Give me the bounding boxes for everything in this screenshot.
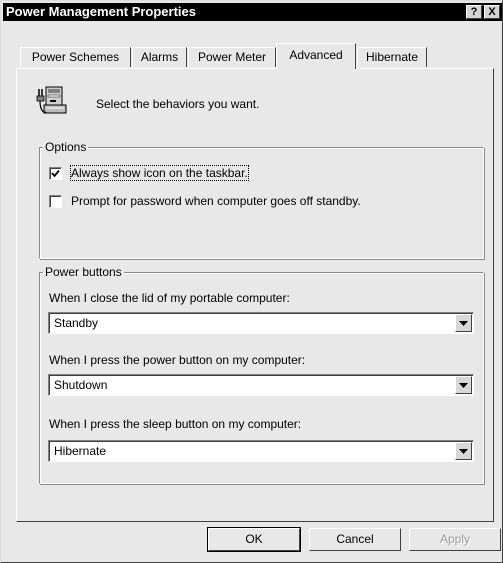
lid-action-dropdown-button[interactable] — [455, 314, 472, 332]
tab-label: Advanced — [289, 48, 343, 62]
show-icon-checkbox[interactable] — [49, 167, 62, 180]
sleep-button-dropdown-button[interactable] — [455, 442, 472, 460]
ok-button[interactable]: OK — [207, 527, 301, 552]
dialog-window: Power Management Properties ? X Power Sc… — [0, 0, 503, 563]
tab-label: Hibernate — [365, 50, 419, 64]
computer-with-power-plug-icon — [36, 83, 72, 119]
power-button-action-select[interactable]: Shutdown — [48, 374, 474, 396]
power-button-action-value: Shutdown — [54, 378, 108, 392]
tab-label: Power Schemes — [31, 50, 120, 64]
power-buttons-legend: Power buttons — [45, 265, 122, 279]
lid-action-select[interactable]: Standby — [48, 312, 474, 334]
close-button[interactable]: X — [484, 5, 500, 19]
lid-action-value: Standby — [54, 316, 99, 330]
header-instruction: Select the behaviors you want. — [96, 97, 260, 111]
power-button-action-label: When I press the power button on my comp… — [49, 353, 306, 367]
show-icon-label[interactable]: Always show icon on the taskbar. — [70, 165, 249, 181]
tab-hibernate[interactable]: Hibernate — [357, 47, 427, 67]
sleep-button-action-label: When I press the sleep button on my comp… — [49, 417, 302, 431]
tab-label: Power Meter — [197, 50, 267, 64]
window-title: Power Management Properties — [6, 4, 196, 19]
prompt-password-checkbox[interactable] — [49, 195, 62, 208]
tab-advanced[interactable]: Advanced — [276, 43, 356, 69]
apply-button[interactable]: Apply — [409, 528, 501, 551]
prompt-password-label[interactable]: Prompt for password when computer goes o… — [71, 194, 361, 208]
tab-power-schemes[interactable]: Power Schemes — [20, 47, 131, 67]
title-bar[interactable]: Power Management Properties ? X — [3, 3, 502, 21]
chevron-down-icon — [459, 321, 468, 326]
chevron-down-icon — [459, 449, 468, 454]
power-button-dropdown-button[interactable] — [455, 376, 472, 394]
tab-power-meter[interactable]: Power Meter — [188, 47, 276, 67]
tab-label: Alarms — [140, 50, 179, 64]
lid-action-label: When I close the lid of my portable comp… — [49, 291, 290, 305]
cancel-button[interactable]: Cancel — [309, 528, 401, 551]
options-legend: Options — [45, 140, 87, 154]
sleep-button-action-value: Hibernate — [54, 444, 107, 458]
help-button[interactable]: ? — [466, 5, 482, 19]
tab-alarms[interactable]: Alarms — [132, 47, 187, 67]
checkmark-icon — [51, 169, 60, 178]
sleep-button-action-select[interactable]: Hibernate — [48, 440, 474, 462]
chevron-down-icon — [459, 383, 468, 388]
